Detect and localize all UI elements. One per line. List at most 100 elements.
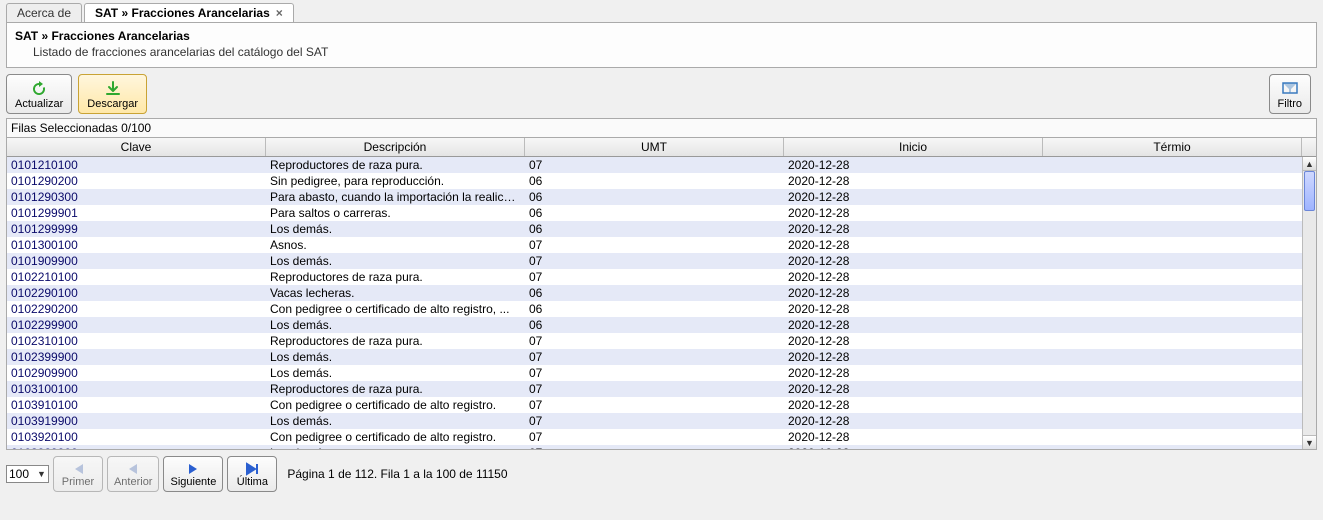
cell-descripcion: Reproductores de raza pura. (266, 270, 525, 284)
cell-descripcion: Reproductores de raza pura. (266, 158, 525, 172)
download-icon (104, 81, 122, 97)
cell-descripcion: Los demás. (266, 254, 525, 268)
col-header-descripcion[interactable]: Descripción (266, 138, 525, 156)
cell-descripcion: Con pedigree o certificado de alto regis… (266, 430, 525, 444)
col-header-inicio[interactable]: Inicio (784, 138, 1043, 156)
table-row[interactable]: 0101290300Para abasto, cuando la importa… (7, 189, 1302, 205)
cell-umt: 07 (525, 334, 784, 348)
page-size-value: 100 (9, 467, 29, 481)
cell-inicio: 2020-12-28 (784, 238, 1043, 252)
pager-status: Página 1 de 112. Fila 1 a la 100 de 1115… (287, 467, 507, 481)
cell-inicio: 2020-12-28 (784, 158, 1043, 172)
cell-inicio: 2020-12-28 (784, 350, 1043, 364)
cell-clave: 0101290300 (7, 190, 266, 204)
filtro-button[interactable]: Filtro (1269, 74, 1311, 114)
page-subtitle: Listado de fracciones arancelarias del c… (15, 45, 1308, 59)
grid-header: Clave Descripción UMT Inicio Térmio (7, 138, 1316, 157)
cell-clave: 0101300100 (7, 238, 266, 252)
cell-inicio: 2020-12-28 (784, 334, 1043, 348)
button-label: Primer (62, 476, 94, 488)
cell-clave: 0102909900 (7, 366, 266, 380)
cell-inicio: 2020-12-28 (784, 174, 1043, 188)
cell-clave: 0102290200 (7, 302, 266, 316)
table-row[interactable]: 0102290200Con pedigree o certificado de … (7, 301, 1302, 317)
cell-umt: 06 (525, 286, 784, 300)
table-row[interactable]: 0101299901Para saltos o carreras.062020-… (7, 205, 1302, 221)
next-page-button[interactable]: Siguiente (163, 456, 223, 492)
cell-umt: 07 (525, 382, 784, 396)
cell-inicio: 2020-12-28 (784, 286, 1043, 300)
col-header-termio[interactable]: Térmio (1043, 138, 1302, 156)
tab-label: Acerca de (17, 6, 71, 20)
toolbar: Actualizar Descargar Filtro (6, 74, 1317, 114)
cell-descripcion: Reproductores de raza pura. (266, 382, 525, 396)
tab-fracciones[interactable]: SAT » Fracciones Arancelarias × (84, 3, 294, 22)
cell-clave: 0101210100 (7, 158, 266, 172)
cell-umt: 07 (525, 158, 784, 172)
scroll-up-icon[interactable]: ▲ (1303, 157, 1316, 171)
table-row[interactable]: 0101210100Reproductores de raza pura.072… (7, 157, 1302, 173)
table-row[interactable]: 0102909900Los demás.072020-12-28 (7, 365, 1302, 381)
last-icon (244, 462, 260, 476)
descargar-button[interactable]: Descargar (78, 74, 147, 114)
cell-umt: 07 (525, 350, 784, 364)
table-row[interactable]: 0102399900Los demás.072020-12-28 (7, 349, 1302, 365)
table-row[interactable]: 0101299999Los demás.062020-12-28 (7, 221, 1302, 237)
first-page-button[interactable]: Primer (53, 456, 103, 492)
table-row[interactable]: 0102299900Los demás.062020-12-28 (7, 317, 1302, 333)
table-row[interactable]: 0103910100Con pedigree o certificado de … (7, 397, 1302, 413)
cell-inicio: 2020-12-28 (784, 446, 1043, 449)
chevron-down-icon: ▼ (37, 469, 46, 479)
cell-umt: 07 (525, 254, 784, 268)
col-header-clave[interactable]: Clave (7, 138, 266, 156)
cell-clave: 0102310100 (7, 334, 266, 348)
cell-umt: 07 (525, 398, 784, 412)
cell-descripcion: Con pedigree o certificado de alto regis… (266, 302, 525, 316)
table-row[interactable]: 0103919900Los demás.072020-12-28 (7, 413, 1302, 429)
table-row[interactable]: 0103929900Los demás.072020-12-28 (7, 445, 1302, 449)
selection-status: Filas Seleccionadas 0/100 (6, 118, 1317, 138)
table-row[interactable]: 0103920100Con pedigree o certificado de … (7, 429, 1302, 445)
cell-inicio: 2020-12-28 (784, 270, 1043, 284)
cell-umt: 06 (525, 206, 784, 220)
cell-inicio: 2020-12-28 (784, 318, 1043, 332)
button-label: Anterior (114, 476, 153, 488)
table-row[interactable]: 0102210100Reproductores de raza pura.072… (7, 269, 1302, 285)
table-row[interactable]: 0101290200Sin pedigree, para reproducció… (7, 173, 1302, 189)
close-icon[interactable]: × (276, 6, 283, 20)
col-header-umt[interactable]: UMT (525, 138, 784, 156)
cell-descripcion: Los demás. (266, 446, 525, 449)
cell-clave: 0102299900 (7, 318, 266, 332)
table-row[interactable]: 0101300100Asnos.072020-12-28 (7, 237, 1302, 253)
cell-umt: 06 (525, 174, 784, 188)
cell-descripcion: Vacas lecheras. (266, 286, 525, 300)
page-title: SAT » Fracciones Arancelarias (15, 29, 1308, 43)
tab-acerca-de[interactable]: Acerca de (6, 3, 82, 22)
cell-inicio: 2020-12-28 (784, 254, 1043, 268)
cell-umt: 07 (525, 414, 784, 428)
cell-umt: 07 (525, 238, 784, 252)
table-row[interactable]: 0102290100Vacas lecheras.062020-12-28 (7, 285, 1302, 301)
actualizar-button[interactable]: Actualizar (6, 74, 72, 114)
vertical-scrollbar[interactable]: ▲ ▼ (1302, 157, 1316, 449)
cell-clave: 0103100100 (7, 382, 266, 396)
cell-clave: 0101290200 (7, 174, 266, 188)
cell-inicio: 2020-12-28 (784, 222, 1043, 236)
cell-inicio: 2020-12-28 (784, 366, 1043, 380)
last-page-button[interactable]: Última (227, 456, 277, 492)
prev-page-button[interactable]: Anterior (107, 456, 160, 492)
table-row[interactable]: 0102310100Reproductores de raza pura.072… (7, 333, 1302, 349)
cell-inicio: 2020-12-28 (784, 190, 1043, 204)
grid-rows: 0101210100Reproductores de raza pura.072… (7, 157, 1302, 449)
pager: 100 ▼ Primer Anterior Siguiente Última P… (6, 456, 1317, 492)
cell-umt: 06 (525, 318, 784, 332)
page-size-select[interactable]: 100 ▼ (6, 465, 49, 483)
table-row[interactable]: 0103100100Reproductores de raza pura.072… (7, 381, 1302, 397)
scroll-thumb[interactable] (1304, 171, 1315, 211)
tab-label: SAT » Fracciones Arancelarias (95, 6, 270, 20)
table-row[interactable]: 0101909900Los demás.072020-12-28 (7, 253, 1302, 269)
cell-umt: 06 (525, 302, 784, 316)
scroll-track[interactable] (1303, 171, 1316, 435)
scroll-down-icon[interactable]: ▼ (1303, 435, 1316, 449)
selection-label: Filas Seleccionadas (11, 121, 118, 135)
